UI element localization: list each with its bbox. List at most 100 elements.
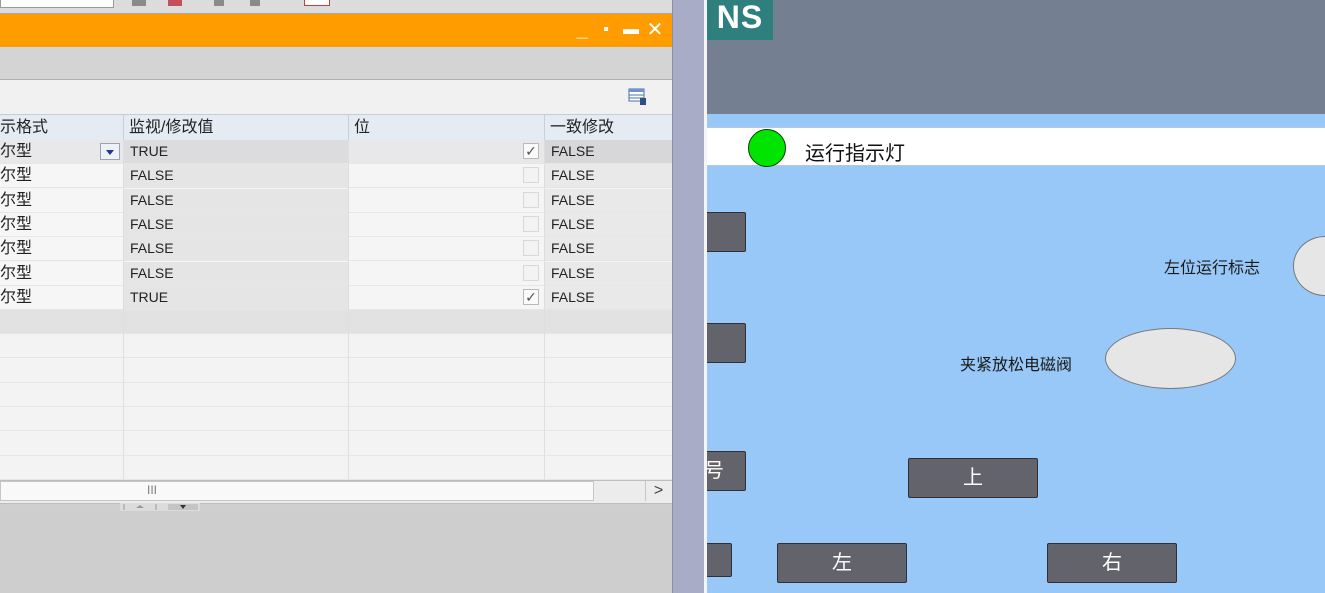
format-cell bbox=[0, 432, 123, 455]
header-display-format[interactable]: 示格式 bbox=[0, 115, 124, 140]
bit-cell[interactable] bbox=[349, 164, 544, 187]
restore-icon[interactable]: ▪ bbox=[597, 20, 615, 40]
bit-cell bbox=[349, 456, 544, 479]
value-cell[interactable]: FALSE bbox=[124, 189, 348, 212]
format-cell[interactable]: 尔型 bbox=[0, 189, 123, 212]
value-cell[interactable]: FALSE bbox=[124, 262, 348, 285]
table-row[interactable] bbox=[0, 334, 672, 358]
header-consistent-modify[interactable]: 一致修改 bbox=[545, 115, 672, 140]
toolbar-field[interactable] bbox=[0, 0, 114, 8]
format-cell[interactable]: 尔型 bbox=[0, 262, 123, 285]
bit-cell bbox=[349, 310, 544, 333]
bit-cell[interactable]: ✓ bbox=[349, 286, 544, 309]
run-indicator-lamp bbox=[748, 129, 786, 167]
table-row[interactable]: 尔型 FALSE FALSE bbox=[0, 213, 672, 237]
bit-cell[interactable] bbox=[349, 262, 544, 285]
format-cell[interactable]: 尔型 bbox=[0, 213, 123, 236]
value-cell[interactable]: TRUE bbox=[124, 140, 348, 163]
maximize-icon[interactable]: ▬ bbox=[621, 20, 641, 40]
up-button-label: 上 bbox=[963, 467, 983, 489]
bit-cell bbox=[349, 383, 544, 406]
panel-subheader bbox=[0, 47, 672, 80]
value-cell[interactable]: FALSE bbox=[124, 237, 348, 260]
bit-checkbox[interactable]: ✓ bbox=[523, 143, 539, 159]
bit-checkbox[interactable]: ✓ bbox=[523, 289, 539, 305]
minimize-icon[interactable]: _ bbox=[572, 20, 592, 40]
table-toolbar bbox=[0, 80, 672, 114]
value-cell[interactable]: FALSE bbox=[124, 213, 348, 236]
toolbar-icon[interactable] bbox=[132, 0, 146, 6]
header-bit[interactable]: 位 bbox=[349, 115, 545, 140]
table-row[interactable] bbox=[0, 310, 672, 334]
consistent-cell[interactable]: FALSE bbox=[545, 262, 672, 285]
toolbar-icon[interactable] bbox=[304, 0, 330, 6]
table-body: 尔型 TRUE ✓ FALSE 尔型 FALSE FALSE 尔型 FALSE FALSE 尔型 FA… bbox=[0, 140, 672, 480]
consistent-cell[interactable]: FALSE bbox=[545, 140, 672, 163]
table-row[interactable]: 尔型 TRUE ✓ FALSE bbox=[0, 140, 672, 164]
format-cell bbox=[0, 383, 123, 406]
bit-checkbox[interactable] bbox=[523, 265, 539, 281]
format-cell bbox=[0, 359, 123, 382]
table-row[interactable] bbox=[0, 432, 672, 456]
table-row[interactable] bbox=[0, 359, 672, 383]
consistent-cell bbox=[545, 432, 672, 455]
value-cell bbox=[124, 432, 348, 455]
siemens-logo: NS bbox=[707, 0, 773, 40]
consistent-cell[interactable]: FALSE bbox=[545, 237, 672, 260]
value-cell[interactable]: FALSE bbox=[124, 164, 348, 187]
splitter-handle[interactable] bbox=[120, 503, 200, 511]
watch-table-panel: _ ▪ ▬ ✕ 示格式 监视/修改值 位 一致修改 尔型 TRUE ✓ FALSE 尔型… bbox=[0, 0, 672, 593]
table-row[interactable] bbox=[0, 383, 672, 407]
hmi-button-3[interactable]: 号 bbox=[707, 451, 746, 491]
bit-cell[interactable]: ✓ bbox=[349, 140, 544, 163]
consistent-cell[interactable]: FALSE bbox=[545, 286, 672, 309]
consistent-cell[interactable]: FALSE bbox=[545, 213, 672, 236]
hmi-button-4[interactable] bbox=[707, 543, 732, 577]
up-button[interactable]: 上 bbox=[908, 458, 1038, 498]
hmi-button-2[interactable] bbox=[707, 323, 746, 363]
format-cell bbox=[0, 407, 123, 430]
table-row[interactable] bbox=[0, 456, 672, 480]
format-cell[interactable]: 尔型 bbox=[0, 140, 123, 163]
bit-cell[interactable] bbox=[349, 237, 544, 260]
value-cell bbox=[124, 334, 348, 357]
right-button-label: 右 bbox=[1102, 552, 1122, 574]
bit-checkbox[interactable] bbox=[523, 167, 539, 183]
clamp-valve-label: 夹紧放松电磁阀 bbox=[960, 357, 1073, 374]
format-cell[interactable]: 尔型 bbox=[0, 286, 123, 309]
pane-splitter[interactable] bbox=[672, 0, 704, 593]
consistent-cell bbox=[545, 383, 672, 406]
table-row[interactable]: 尔型 FALSE FALSE bbox=[0, 164, 672, 188]
bit-checkbox[interactable] bbox=[523, 240, 539, 256]
right-button[interactable]: 右 bbox=[1047, 543, 1177, 583]
consistent-cell[interactable]: FALSE bbox=[545, 189, 672, 212]
toolbar-icon[interactable] bbox=[168, 0, 182, 6]
bit-cell[interactable] bbox=[349, 189, 544, 212]
consistent-cell bbox=[545, 407, 672, 430]
header-monitor-value[interactable]: 监视/修改值 bbox=[124, 115, 349, 140]
table-row[interactable]: 尔型 FALSE FALSE bbox=[0, 189, 672, 213]
bit-checkbox[interactable] bbox=[523, 216, 539, 232]
table-row[interactable]: 尔型 FALSE FALSE bbox=[0, 237, 672, 261]
table-row[interactable]: 尔型 FALSE FALSE bbox=[0, 262, 672, 286]
close-icon[interactable]: ✕ bbox=[645, 20, 665, 40]
hmi-button-1[interactable] bbox=[707, 212, 746, 252]
consistent-cell[interactable]: FALSE bbox=[545, 164, 672, 187]
bit-cell[interactable] bbox=[349, 213, 544, 236]
window-title-bar: _ ▪ ▬ ✕ bbox=[0, 14, 672, 47]
scroll-right-button[interactable]: > bbox=[645, 481, 671, 501]
table-row[interactable]: 尔型 TRUE ✓ FALSE bbox=[0, 286, 672, 310]
table-settings-icon[interactable] bbox=[628, 88, 648, 106]
format-cell[interactable]: 尔型 bbox=[0, 164, 123, 187]
bit-checkbox[interactable] bbox=[523, 192, 539, 208]
scrollbar-thumb[interactable] bbox=[0, 481, 594, 501]
left-button[interactable]: 左 bbox=[777, 543, 907, 583]
table-row[interactable] bbox=[0, 407, 672, 431]
toolbar-icon[interactable] bbox=[214, 0, 224, 6]
consistent-cell bbox=[545, 359, 672, 382]
toolbar-icon[interactable] bbox=[250, 0, 260, 6]
format-cell[interactable]: 尔型 bbox=[0, 237, 123, 260]
value-cell[interactable]: TRUE bbox=[124, 286, 348, 309]
chevron-down-icon[interactable] bbox=[100, 143, 120, 160]
left-position-lamp bbox=[1293, 236, 1325, 296]
